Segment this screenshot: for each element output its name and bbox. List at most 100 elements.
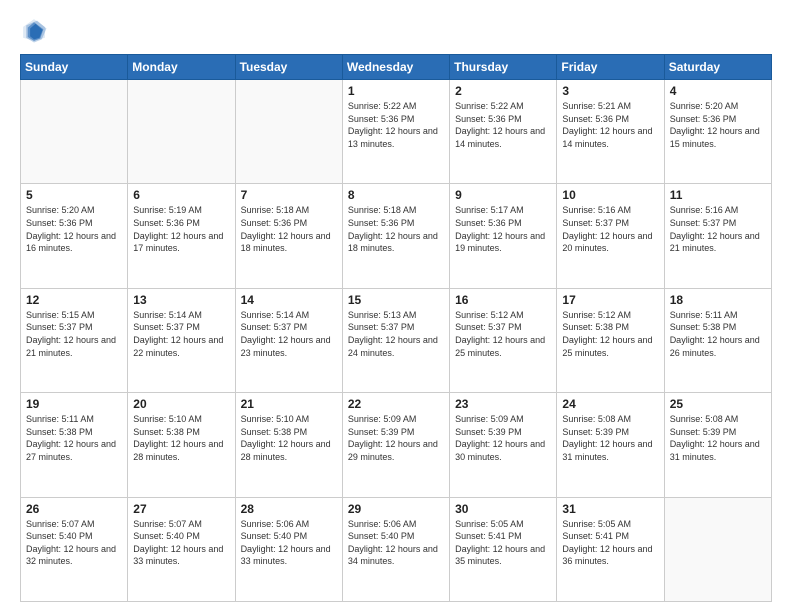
day-number: 11 [670,188,766,202]
calendar-day-header: Saturday [664,55,771,80]
day-number: 22 [348,397,444,411]
day-number: 1 [348,84,444,98]
calendar-day-cell: 31 Sunrise: 5:05 AM Sunset: 5:41 PM Dayli… [557,497,664,601]
calendar-day-cell: 12 Sunrise: 5:15 AM Sunset: 5:37 PM Dayli… [21,288,128,392]
day-info: Sunrise: 5:21 AM Sunset: 5:36 PM Dayligh… [562,100,658,150]
day-number: 7 [241,188,337,202]
day-number: 20 [133,397,229,411]
calendar-week-row: 19 Sunrise: 5:11 AM Sunset: 5:38 PM Dayli… [21,393,772,497]
day-number: 15 [348,293,444,307]
day-info: Sunrise: 5:15 AM Sunset: 5:37 PM Dayligh… [26,309,122,359]
day-number: 21 [241,397,337,411]
calendar-week-row: 12 Sunrise: 5:15 AM Sunset: 5:37 PM Dayli… [21,288,772,392]
calendar-table: SundayMondayTuesdayWednesdayThursdayFrid… [20,54,772,602]
calendar-day-cell: 1 Sunrise: 5:22 AM Sunset: 5:36 PM Daylig… [342,80,449,184]
calendar-day-cell [235,80,342,184]
day-number: 14 [241,293,337,307]
calendar-week-row: 26 Sunrise: 5:07 AM Sunset: 5:40 PM Dayli… [21,497,772,601]
day-number: 19 [26,397,122,411]
calendar-day-cell: 3 Sunrise: 5:21 AM Sunset: 5:36 PM Daylig… [557,80,664,184]
day-info: Sunrise: 5:12 AM Sunset: 5:38 PM Dayligh… [562,309,658,359]
calendar-header: SundayMondayTuesdayWednesdayThursdayFrid… [21,55,772,80]
day-number: 28 [241,502,337,516]
day-info: Sunrise: 5:05 AM Sunset: 5:41 PM Dayligh… [455,518,551,568]
calendar-day-cell: 15 Sunrise: 5:13 AM Sunset: 5:37 PM Dayli… [342,288,449,392]
day-number: 18 [670,293,766,307]
calendar-day-cell: 10 Sunrise: 5:16 AM Sunset: 5:37 PM Dayli… [557,184,664,288]
day-info: Sunrise: 5:18 AM Sunset: 5:36 PM Dayligh… [241,204,337,254]
day-info: Sunrise: 5:14 AM Sunset: 5:37 PM Dayligh… [241,309,337,359]
calendar-day-cell: 20Sunrise: 5:10 AM Sunset: 5:38 PM Dayli… [128,393,235,497]
day-info: Sunrise: 5:22 AM Sunset: 5:36 PM Dayligh… [348,100,444,150]
day-number: 8 [348,188,444,202]
calendar-day-cell: 16 Sunrise: 5:12 AM Sunset: 5:37 PM Dayli… [450,288,557,392]
day-number: 27 [133,502,229,516]
day-number: 13 [133,293,229,307]
calendar-day-cell: 24 Sunrise: 5:08 AM Sunset: 5:39 PM Dayli… [557,393,664,497]
day-number: 31 [562,502,658,516]
calendar-day-cell: 28Sunrise: 5:06 AM Sunset: 5:40 PM Dayli… [235,497,342,601]
calendar-day-cell: 18 Sunrise: 5:11 AM Sunset: 5:38 PM Dayli… [664,288,771,392]
day-number: 26 [26,502,122,516]
calendar-day-header: Wednesday [342,55,449,80]
day-number: 23 [455,397,551,411]
day-info: Sunrise: 5:19 AM Sunset: 5:36 PM Dayligh… [133,204,229,254]
calendar-week-row: 1 Sunrise: 5:22 AM Sunset: 5:36 PM Daylig… [21,80,772,184]
day-info: Sunrise: 5:10 AM Sunset: 5:38 PM Dayligh… [241,413,337,463]
calendar-day-cell: 8 Sunrise: 5:18 AM Sunset: 5:36 PM Daylig… [342,184,449,288]
calendar-day-cell: 2Sunrise: 5:22 AM Sunset: 5:36 PM Daylig… [450,80,557,184]
calendar-day-cell: 27 Sunrise: 5:07 AM Sunset: 5:40 PM Dayli… [128,497,235,601]
day-info: Sunrise: 5:08 AM Sunset: 5:39 PM Dayligh… [562,413,658,463]
calendar-day-header: Monday [128,55,235,80]
day-number: 3 [562,84,658,98]
calendar-day-cell [664,497,771,601]
calendar-day-cell: 11 Sunrise: 5:16 AM Sunset: 5:37 PM Dayli… [664,184,771,288]
calendar-day-cell: 25Sunrise: 5:08 AM Sunset: 5:39 PM Dayli… [664,393,771,497]
calendar-day-cell: 14 Sunrise: 5:14 AM Sunset: 5:37 PM Dayli… [235,288,342,392]
calendar-day-cell: 13 Sunrise: 5:14 AM Sunset: 5:37 PM Dayli… [128,288,235,392]
day-info: Sunrise: 5:14 AM Sunset: 5:37 PM Dayligh… [133,309,229,359]
day-info: Sunrise: 5:05 AM Sunset: 5:41 PM Dayligh… [562,518,658,568]
day-number: 24 [562,397,658,411]
day-info: Sunrise: 5:18 AM Sunset: 5:36 PM Dayligh… [348,204,444,254]
day-number: 12 [26,293,122,307]
header [20,16,772,44]
day-number: 5 [26,188,122,202]
day-info: Sunrise: 5:17 AM Sunset: 5:36 PM Dayligh… [455,204,551,254]
logo [20,16,52,44]
calendar-day-cell: 5 Sunrise: 5:20 AM Sunset: 5:36 PM Daylig… [21,184,128,288]
calendar-day-cell: 23 Sunrise: 5:09 AM Sunset: 5:39 PM Dayli… [450,393,557,497]
day-info: Sunrise: 5:09 AM Sunset: 5:39 PM Dayligh… [455,413,551,463]
calendar-day-cell [21,80,128,184]
logo-icon [20,16,48,44]
day-info: Sunrise: 5:12 AM Sunset: 5:37 PM Dayligh… [455,309,551,359]
day-info: Sunrise: 5:11 AM Sunset: 5:38 PM Dayligh… [26,413,122,463]
day-info: Sunrise: 5:16 AM Sunset: 5:37 PM Dayligh… [670,204,766,254]
calendar-day-cell: 26Sunrise: 5:07 AM Sunset: 5:40 PM Dayli… [21,497,128,601]
calendar-body: 1 Sunrise: 5:22 AM Sunset: 5:36 PM Daylig… [21,80,772,602]
day-info: Sunrise: 5:13 AM Sunset: 5:37 PM Dayligh… [348,309,444,359]
day-number: 16 [455,293,551,307]
calendar-day-header: Sunday [21,55,128,80]
calendar-day-header: Friday [557,55,664,80]
day-info: Sunrise: 5:06 AM Sunset: 5:40 PM Dayligh… [348,518,444,568]
day-info: Sunrise: 5:07 AM Sunset: 5:40 PM Dayligh… [133,518,229,568]
day-number: 2 [455,84,551,98]
calendar-day-cell: 29 Sunrise: 5:06 AM Sunset: 5:40 PM Dayli… [342,497,449,601]
day-number: 29 [348,502,444,516]
day-info: Sunrise: 5:20 AM Sunset: 5:36 PM Dayligh… [26,204,122,254]
calendar-week-row: 5 Sunrise: 5:20 AM Sunset: 5:36 PM Daylig… [21,184,772,288]
day-number: 9 [455,188,551,202]
day-info: Sunrise: 5:16 AM Sunset: 5:37 PM Dayligh… [562,204,658,254]
calendar-day-header: Thursday [450,55,557,80]
day-number: 30 [455,502,551,516]
day-number: 10 [562,188,658,202]
calendar-day-cell: 30 Sunrise: 5:05 AM Sunset: 5:41 PM Dayli… [450,497,557,601]
day-number: 17 [562,293,658,307]
calendar-header-row: SundayMondayTuesdayWednesdayThursdayFrid… [21,55,772,80]
day-info: Sunrise: 5:09 AM Sunset: 5:39 PM Dayligh… [348,413,444,463]
day-number: 6 [133,188,229,202]
day-info: Sunrise: 5:11 AM Sunset: 5:38 PM Dayligh… [670,309,766,359]
calendar-day-header: Tuesday [235,55,342,80]
calendar-day-cell: 4Sunrise: 5:20 AM Sunset: 5:36 PM Daylig… [664,80,771,184]
